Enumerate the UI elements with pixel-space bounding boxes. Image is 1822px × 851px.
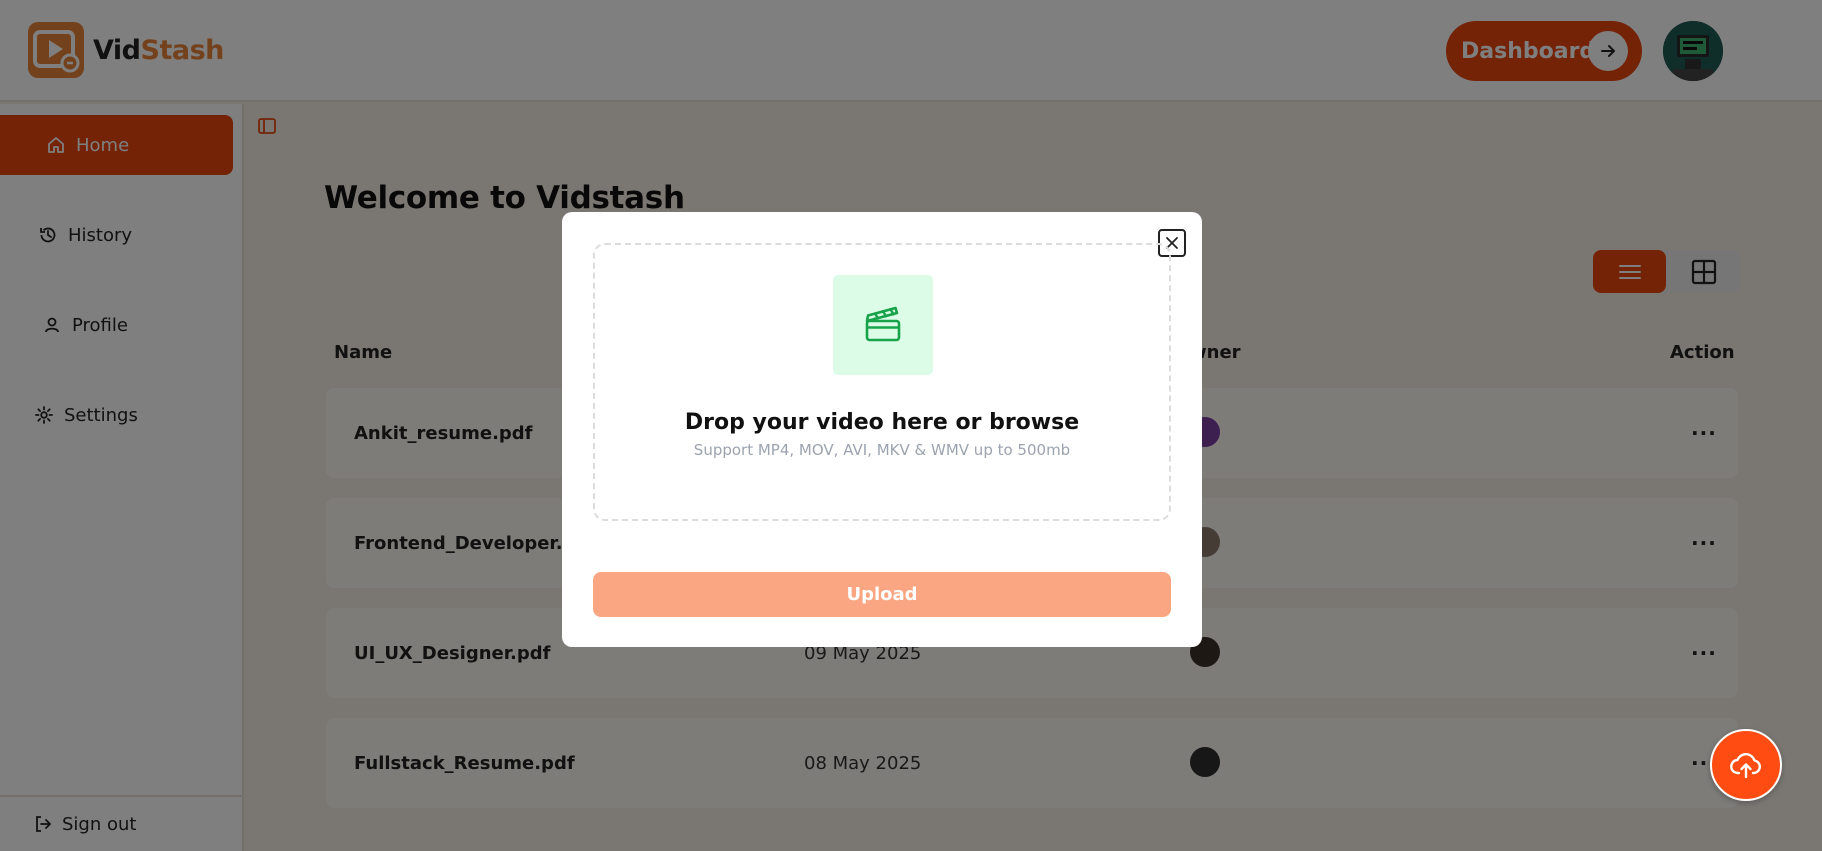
clapperboard-icon (833, 275, 933, 375)
upload-fab-button[interactable] (1710, 729, 1782, 801)
dropzone-title: Drop your video here or browse (684, 410, 1080, 435)
upload-button[interactable]: Upload (593, 572, 1171, 617)
video-dropzone[interactable]: Drop your video here or browse Support M… (593, 243, 1171, 521)
cloud-upload-icon (1730, 753, 1761, 779)
dropzone-subtitle: Support MP4, MOV, AVI, MKV & WMV up to 5… (693, 441, 1071, 459)
upload-modal: Drop your video here or browse Support M… (562, 212, 1202, 647)
